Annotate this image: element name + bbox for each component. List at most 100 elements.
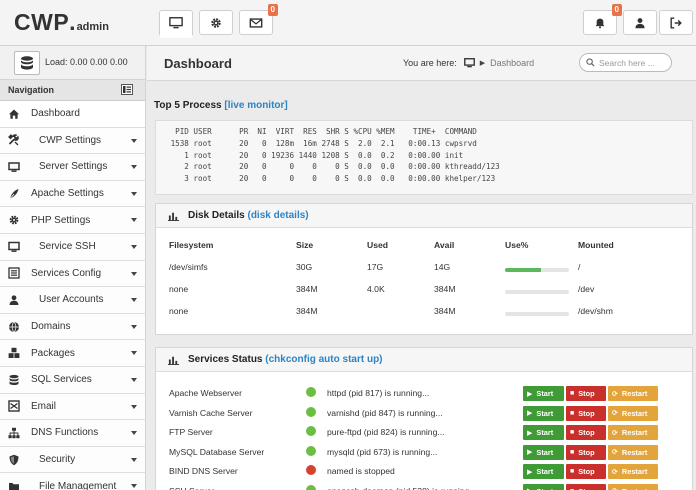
filesystem-cell: none — [169, 284, 189, 294]
disk-details-header: Disk Details (disk details) — [156, 204, 692, 228]
server-load-button[interactable] — [14, 51, 40, 75]
start-service-button[interactable]: ▶Start — [523, 425, 564, 440]
sidebar-item-sql-services[interactable]: SQL Services — [0, 366, 145, 394]
start-service-button[interactable]: ▶Start — [523, 405, 564, 421]
service-status-message: pure-ftpd (pid 824) is running... — [327, 427, 445, 437]
sidebar-collapse-toggle[interactable] — [121, 84, 133, 95]
globe-icon — [7, 320, 21, 334]
list-icon — [7, 266, 21, 280]
start-service-button[interactable]: ▶Start — [523, 386, 564, 401]
search-input[interactable] — [599, 57, 669, 68]
mail-button[interactable]: 0 — [239, 4, 278, 35]
size-cell: 30G — [296, 262, 313, 272]
restart-service-button[interactable]: ⟳Restart — [608, 405, 658, 421]
cubes-icon — [7, 346, 21, 360]
service-status-message: named is stopped — [327, 466, 395, 476]
profile-button[interactable] — [623, 10, 657, 35]
restart-service-button[interactable]: ⟳Restart — [608, 444, 658, 460]
stop-label: Stop — [578, 447, 595, 457]
services-status-header: Services Status (chkconfig auto start up… — [156, 348, 692, 372]
avail-cell: 14G — [434, 262, 451, 272]
stop-icon: ■ — [570, 448, 575, 456]
sidebar-item-dashboard[interactable]: Dashboard — [0, 101, 145, 128]
sidebar-item-packages[interactable]: Packages — [0, 340, 145, 367]
sidebar-item-label: Domains — [31, 321, 71, 333]
sidebar-item-cwp-settings[interactable]: CWP Settings — [0, 127, 145, 155]
stop-service-button[interactable]: ■Stop — [566, 464, 606, 479]
monitor-icon[interactable] — [463, 58, 475, 68]
stop-service-button[interactable]: ■Stop — [566, 425, 606, 440]
sidebar-item-label: SQL Services — [31, 374, 92, 386]
restart-service-button[interactable]: ⟳Restart — [608, 464, 658, 479]
sidebar-item-email[interactable]: Email — [0, 393, 145, 421]
chevron-down-icon — [131, 377, 137, 382]
process-header-line: PID USER PR NI VIRT RES SHR S %CPU %MEM … — [166, 127, 477, 136]
restart-service-button[interactable]: ⟳Restart — [608, 483, 658, 490]
stop-service-button[interactable]: ■Stop — [566, 405, 606, 421]
usage-progress-bar — [505, 268, 569, 272]
sitemap-icon — [7, 426, 21, 440]
restart-service-button[interactable]: ⟳Restart — [608, 425, 658, 440]
alerts-button[interactable]: 0 — [583, 4, 622, 35]
disk-details-link[interactable]: (disk details) — [247, 210, 308, 221]
mounted-cell: /dev — [578, 284, 595, 294]
play-icon: ▶ — [527, 468, 533, 476]
size-cell: 384M — [296, 284, 318, 294]
sidebar-item-dns-functions[interactable]: DNS Functions — [0, 420, 145, 447]
filesystem-cell: none — [169, 306, 189, 316]
refresh-icon: ⟳ — [612, 449, 618, 456]
play-icon: ▶ — [527, 449, 533, 456]
sidebar-item-user-accounts[interactable]: User Accounts — [0, 287, 145, 314]
chkconfig-link[interactable]: (chkconfig auto start up) — [265, 354, 382, 365]
main-content: Top 5 Process [live monitor] PID USER PR… — [147, 81, 696, 490]
restart-service-button[interactable]: ⟳Restart — [608, 386, 658, 401]
restart-label: Restart — [622, 487, 647, 490]
logo-main-text: CWP — [14, 9, 70, 35]
start-label: Start — [536, 467, 554, 476]
breadcrumb-prefix: You are here: — [403, 58, 457, 68]
logout-icon — [670, 16, 682, 29]
usage-progress-bar — [505, 290, 569, 294]
table-row: MySQL Database Server mysqld (pid 673) is… — [169, 444, 681, 465]
sidebar-item-label: Service SSH — [39, 241, 96, 253]
sidebar-item-apache-settings[interactable]: Apache Settings — [0, 180, 145, 208]
breadcrumb-current[interactable]: Dashboard — [490, 58, 534, 68]
dashboard-toggle-button[interactable] — [159, 10, 193, 37]
stop-service-button[interactable]: ■Stop — [566, 483, 606, 490]
sidebar-toggle-icon — [123, 86, 131, 93]
stop-label: Stop — [578, 389, 595, 398]
breadcrumb: You are here: ▶ Dashboard — [403, 58, 534, 68]
table-row: none 384M 4.0K 384M /dev — [169, 284, 679, 306]
disk-table-header: Filesystem Size Used Avail Use% Mounted — [169, 240, 679, 262]
restart-label: Restart — [621, 447, 648, 457]
service-status-message: openssh-daemon (pid 538) is running... — [327, 486, 477, 490]
sidebar-item-domains[interactable]: Domains — [0, 313, 145, 341]
logout-button[interactable] — [659, 10, 693, 35]
start-label: Start — [536, 389, 554, 398]
start-service-button[interactable]: ▶Start — [523, 483, 564, 490]
sidebar-item-services-config[interactable]: Services Config — [0, 260, 145, 288]
database-icon — [7, 373, 21, 387]
settings-button[interactable] — [199, 10, 233, 35]
stop-service-button[interactable]: ■Stop — [566, 444, 606, 460]
service-name: SSH Server — [169, 486, 214, 490]
cwp-logo[interactable]: CWP.admin — [14, 9, 109, 36]
sidebar-item-label: Security — [39, 454, 76, 466]
table-row: SSH Server openssh-daemon (pid 538) is ru… — [169, 483, 681, 490]
search-box — [579, 53, 672, 72]
sidebar-item-server-settings[interactable]: Server Settings — [0, 154, 145, 181]
table-row: Apache Webserver httpd (pid 817) is runni… — [169, 386, 681, 406]
stop-service-button[interactable]: ■Stop — [566, 386, 606, 401]
sidebar-item-service-ssh[interactable]: Service SSH — [0, 233, 145, 261]
start-service-button[interactable]: ▶Start — [523, 444, 564, 460]
search-icon — [586, 58, 595, 67]
sidebar-item-php-settings[interactable]: PHP Settings — [0, 207, 145, 234]
sidebar-item-file-management[interactable]: File Management — [0, 473, 145, 490]
start-service-button[interactable]: ▶Start — [523, 464, 564, 479]
stop-icon: ■ — [570, 429, 575, 436]
live-monitor-link[interactable]: [live monitor] — [224, 100, 287, 111]
chevron-down-icon — [131, 271, 137, 276]
sidebar-item-label: Apache Settings — [31, 188, 104, 200]
column-header: Avail — [434, 240, 455, 250]
sidebar-item-security[interactable]: Security — [0, 446, 145, 474]
